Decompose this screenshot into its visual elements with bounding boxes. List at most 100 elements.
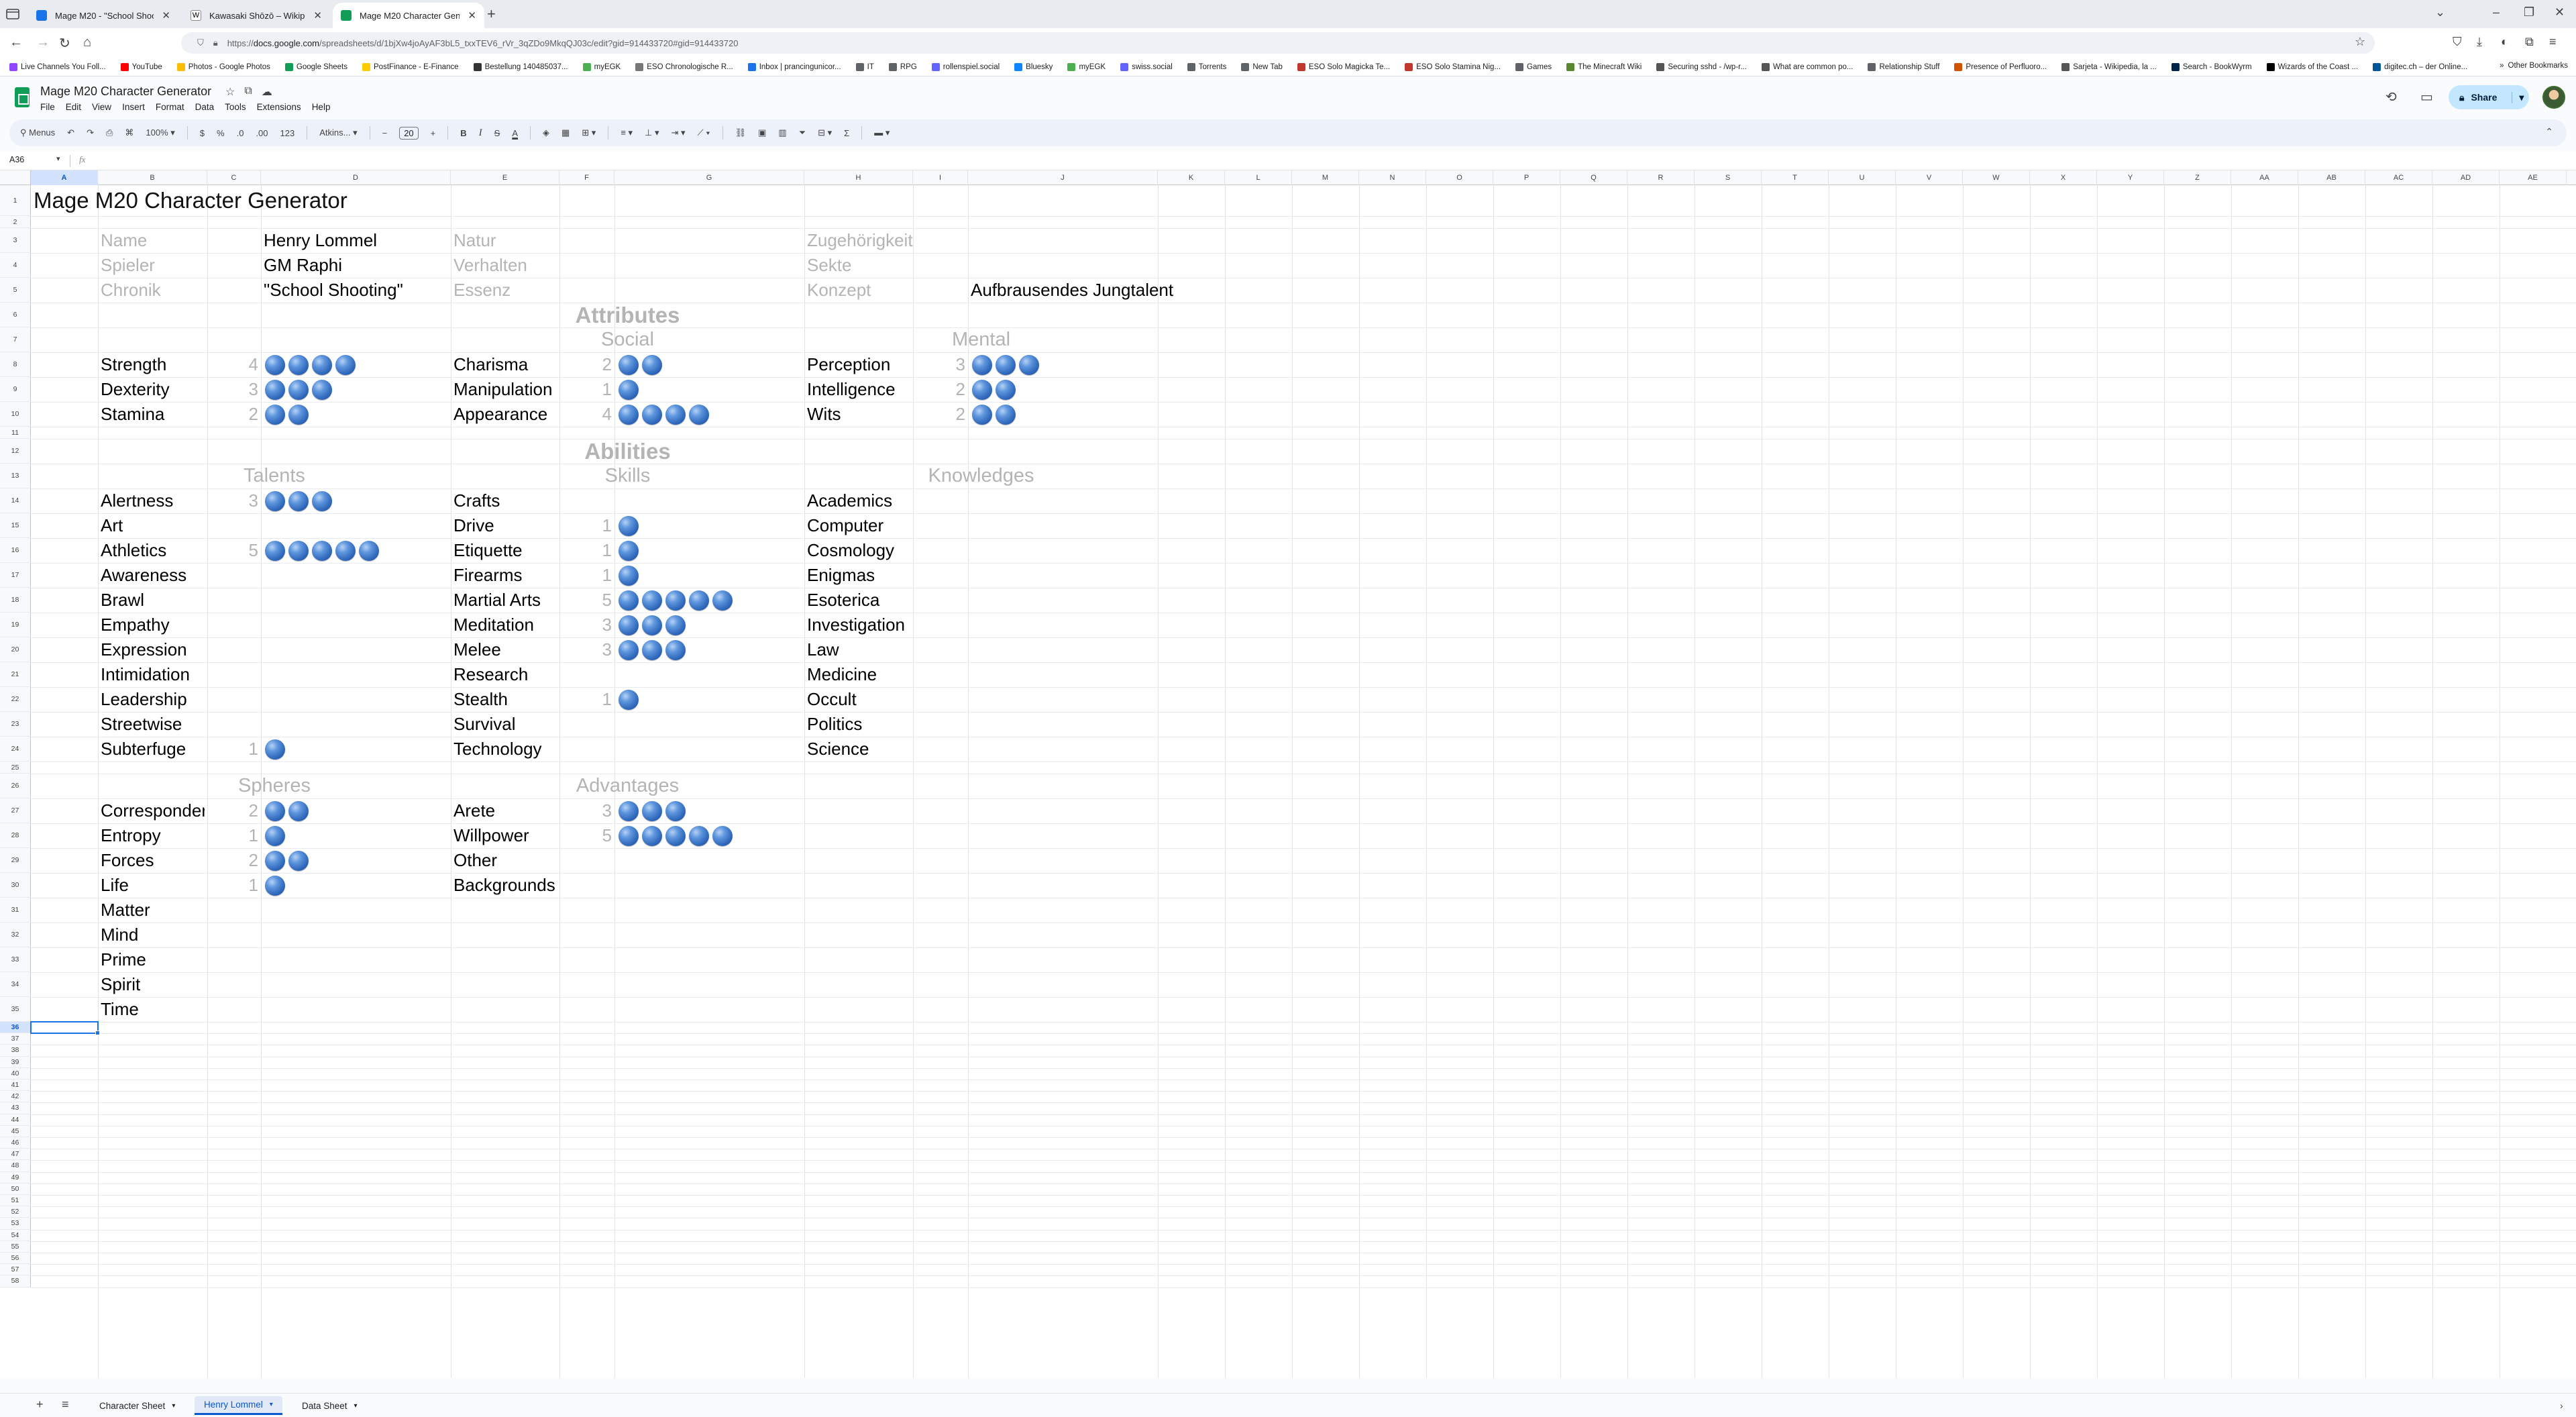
row-header[interactable]: 17 [0,563,31,588]
font-size-input[interactable]: 20 [399,126,419,140]
sheet-tab-chevron-icon[interactable]: ▾ [270,1401,273,1408]
zoom-select[interactable]: 100% ▾ [146,127,174,138]
row-header[interactable]: 37 [0,1033,31,1045]
tab-close-icon[interactable]: ✕ [313,9,322,21]
bookmark-item[interactable]: Wizards of the Coast ... [2266,62,2358,71]
row-header[interactable]: 53 [0,1218,31,1230]
row-header[interactable]: 2 [0,216,31,228]
sheet-tab-chevron-icon[interactable]: ▾ [172,1402,175,1410]
bookmark-item[interactable]: myEGK [582,62,621,71]
font-size-decrease-button[interactable]: − [382,128,388,138]
filter-views-icon[interactable]: ⊟ ▾ [818,127,832,138]
column-header[interactable]: U [1829,170,1896,185]
row-header[interactable]: 1 [0,185,31,216]
row-header[interactable]: 7 [0,327,31,352]
bookmark-item[interactable]: Relationship Stuff [1868,62,1939,71]
row-header[interactable]: 33 [0,947,31,972]
search-menus-button[interactable]: ⚲ Menus [20,127,55,138]
row-header[interactable]: 47 [0,1149,31,1161]
bookmark-item[interactable]: myEGK [1067,62,1106,71]
share-options-chevron-icon[interactable]: ▾ [2512,91,2524,103]
menu-extensions[interactable]: Extensions [257,102,301,112]
row-header[interactable]: 34 [0,972,31,997]
bookmark-star-icon[interactable]: ☆ [2355,35,2365,49]
row-header[interactable]: 42 [0,1091,31,1103]
column-header[interactable]: J [968,170,1158,185]
redo-icon[interactable]: ↷ [87,127,94,138]
font-size-increase-button[interactable]: + [431,128,436,138]
bookmark-item[interactable]: IT [855,62,874,71]
column-header[interactable]: G [614,170,804,185]
row-header[interactable]: 18 [0,588,31,613]
column-header[interactable]: O [1426,170,1493,185]
column-header[interactable]: F [559,170,614,185]
menu-icon[interactable]: ≡ [2549,35,2557,49]
bookmark-item[interactable]: digitec.ch – der Online... [2373,62,2467,71]
fill-handle[interactable] [95,1031,100,1036]
extensions-icon[interactable]: ⧉ [2525,35,2534,49]
row-header[interactable]: 10 [0,402,31,427]
horizontal-align-icon[interactable]: ≡ ▾ [621,127,633,138]
column-header[interactable]: Q [1560,170,1627,185]
back-arrow-icon[interactable]: ← [9,35,23,50]
row-header[interactable]: 24 [0,737,31,762]
column-header[interactable]: R [1627,170,1695,185]
row-header[interactable]: 27 [0,798,31,823]
column-header[interactable]: I [913,170,968,185]
column-header[interactable]: N [1359,170,1426,185]
column-header[interactable]: AB [2298,170,2365,185]
row-header[interactable]: 28 [0,823,31,848]
row-header[interactable]: 15 [0,513,31,538]
increase-decimal-button[interactable]: .00 [256,128,268,138]
row-header[interactable]: 6 [0,303,31,327]
menu-view[interactable]: View [92,102,111,112]
row-header[interactable]: 5 [0,278,31,303]
row-header[interactable]: 52 [0,1206,31,1218]
download-icon[interactable]: ⤓ [2477,35,2482,49]
row-header[interactable]: 20 [0,637,31,662]
column-header[interactable]: A [31,170,98,185]
row-header[interactable]: 43 [0,1102,31,1114]
insert-link-icon[interactable]: ⛓ [735,127,747,138]
name-box[interactable]: A36 [9,155,24,164]
tab-close-icon[interactable]: ✕ [162,9,170,21]
column-header[interactable]: AD [2432,170,2500,185]
row-header[interactable]: 35 [0,997,31,1022]
tab-close-icon[interactable]: ✕ [468,9,476,21]
column-header[interactable]: Z [2164,170,2231,185]
strikethrough-button[interactable]: S [494,128,500,138]
add-sheet-icon[interactable]: + [36,1398,44,1412]
restore-icon[interactable]: ❐ [2524,5,2534,19]
bookmark-item[interactable]: PostFinance - E-Finance [362,62,459,71]
row-header[interactable]: 40 [0,1067,31,1080]
bookmark-item[interactable]: Presence of Perfluoro... [1954,62,2047,71]
document-title[interactable]: Mage M20 Character Generator [40,85,211,99]
italic-button[interactable]: I [479,127,482,139]
row-header[interactable]: 12 [0,439,31,464]
column-header[interactable]: X [2030,170,2097,185]
row-header[interactable]: 9 [0,377,31,402]
new-tab-plus-icon[interactable]: + [487,5,496,23]
row-header[interactable]: 49 [0,1171,31,1184]
row-header[interactable]: 51 [0,1195,31,1207]
row-header[interactable]: 57 [0,1264,31,1276]
home-icon[interactable]: ⌂ [83,35,91,50]
bookmark-item[interactable]: Securing sshd - /wp-r... [1656,62,1747,71]
bookmark-item[interactable]: Bestellung 140485037... [473,62,568,71]
comments-icon[interactable]: ▭ [2420,89,2433,105]
menu-edit[interactable]: Edit [66,102,81,112]
column-header[interactable]: AA [2231,170,2298,185]
column-header[interactable]: C [207,170,261,185]
vertical-align-icon[interactable]: ⊥ ▾ [645,127,659,138]
bookmark-item[interactable]: New Tab [1241,62,1283,71]
forward-arrow-icon[interactable]: → [36,35,50,50]
browser-tab[interactable]: W Kawasaki Shōzō – Wikipedia ✕ [182,3,330,28]
row-header[interactable]: 16 [0,538,31,563]
account-container-icon[interactable]: ◐ [2501,35,2508,49]
bold-button[interactable]: B [460,128,466,138]
row-header[interactable]: 39 [0,1056,31,1068]
menu-file[interactable]: File [40,102,55,112]
row-header[interactable]: 58 [0,1275,31,1288]
bookmark-item[interactable]: Inbox | prancingunicor... [747,62,841,71]
collapse-toolbar-chevron-icon[interactable]: ⌃ [2545,126,2553,138]
